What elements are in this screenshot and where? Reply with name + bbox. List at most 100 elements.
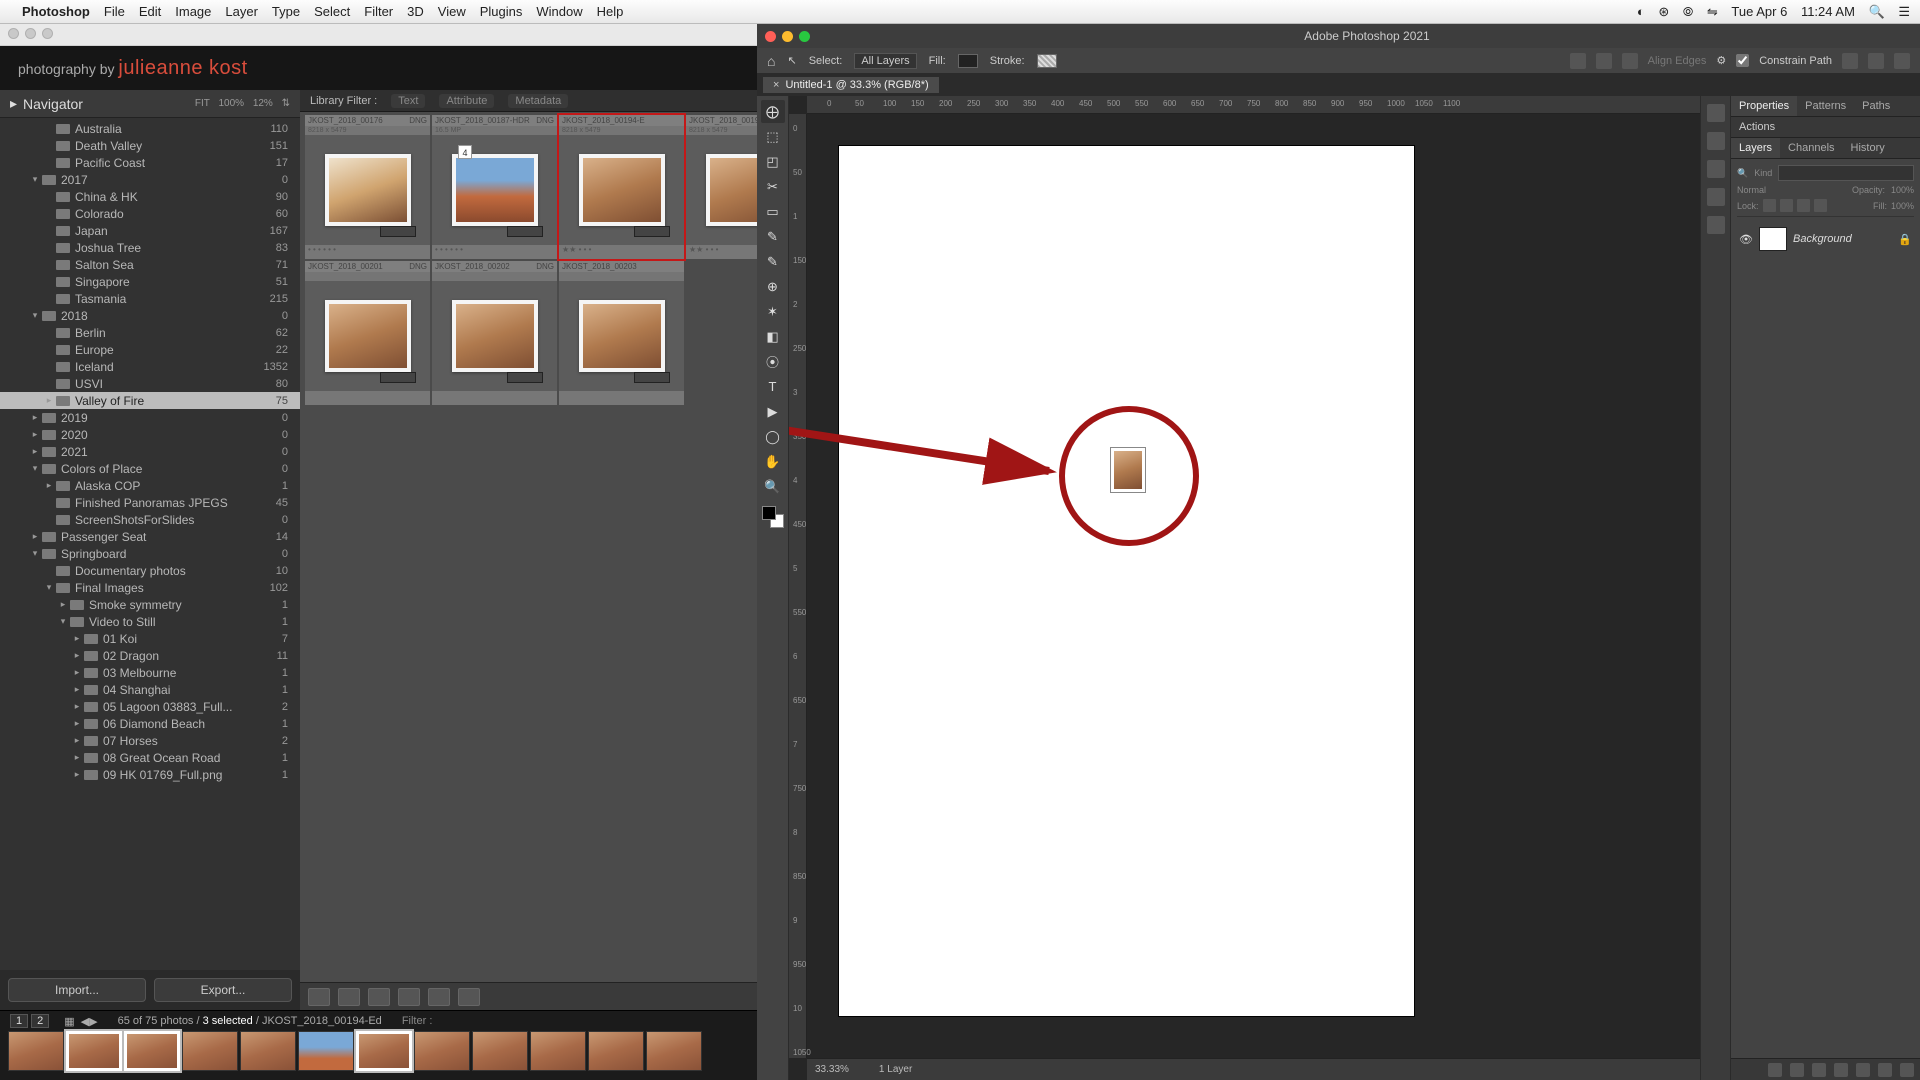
filmstrip-thumb[interactable] (66, 1031, 122, 1071)
document-tab[interactable]: × Untitled-1 @ 33.3% (RGB/8*) (763, 77, 939, 93)
tool-button[interactable]: ◧ (761, 325, 785, 348)
menu-select[interactable]: Select (314, 4, 350, 19)
tool-button[interactable]: ✎ (761, 250, 785, 273)
opacity-value[interactable]: 100% (1891, 185, 1914, 195)
status-zoom[interactable]: 33.33% (815, 1064, 849, 1075)
blend-mode[interactable]: Normal (1737, 185, 1846, 195)
folder-row[interactable]: ▸20210 (0, 443, 300, 460)
folder-row[interactable]: Joshua Tree83 (0, 239, 300, 256)
grid-cell[interactable]: JKOST_2018_00202DNG (432, 261, 557, 405)
close-icon[interactable] (765, 31, 776, 42)
select-dropdown[interactable]: All Layers (854, 53, 916, 69)
grid-cell[interactable]: JKOST_2018_00187-HDRDNG16.5 MP4• • • • •… (432, 115, 557, 259)
export-button[interactable]: Export... (154, 978, 292, 1002)
folder-row[interactable]: Documentary photos10 (0, 562, 300, 579)
share-icon[interactable] (1894, 53, 1910, 69)
control-center-icon[interactable]: ☰ (1898, 4, 1910, 19)
foreground-background-colors[interactable] (762, 506, 784, 528)
menubar-app-name[interactable]: Photoshop (22, 4, 90, 19)
folder-row[interactable]: ▸Alaska COP1 (0, 477, 300, 494)
tab-patterns[interactable]: Patterns (1797, 96, 1854, 116)
fill-swatch[interactable] (958, 54, 978, 68)
link-layers-icon[interactable] (1768, 1063, 1782, 1077)
menu-layer[interactable]: Layer (225, 4, 258, 19)
folder-row[interactable]: ▸20190 (0, 409, 300, 426)
tool-button[interactable]: ▶ (761, 400, 785, 423)
delete-layer-icon[interactable] (1900, 1063, 1914, 1077)
minimize-icon[interactable] (25, 28, 36, 39)
tool-button[interactable]: ◯ (761, 425, 785, 448)
canvas[interactable] (839, 146, 1414, 1016)
tool-button[interactable]: ⨁ (761, 100, 785, 123)
folder-row[interactable]: Europe22 (0, 341, 300, 358)
menu-file[interactable]: File (104, 4, 125, 19)
filmstrip-thumb[interactable] (414, 1031, 470, 1071)
folder-row[interactable]: ▸06 Diamond Beach1 (0, 715, 300, 732)
folder-row[interactable]: ▾20170 (0, 171, 300, 188)
filter-metadata[interactable]: Metadata (508, 94, 568, 108)
visibility-icon[interactable]: 👁 (1739, 233, 1753, 246)
folder-row[interactable]: Japan167 (0, 222, 300, 239)
folder-row[interactable]: ▾20180 (0, 307, 300, 324)
secondary-display-2[interactable]: 2 (31, 1014, 49, 1028)
tool-button[interactable]: ▭ (761, 200, 785, 223)
folder-row[interactable]: Pacific Coast17 (0, 154, 300, 171)
folder-row[interactable]: Singapore51 (0, 273, 300, 290)
people-view-icon[interactable] (428, 988, 450, 1006)
grid-cell[interactable]: JKOST_2018_00201DNG (305, 261, 430, 405)
search-icon[interactable]: 🔍 (1869, 4, 1885, 19)
align-icon[interactable] (1570, 53, 1586, 69)
constrain-path-checkbox[interactable] (1736, 54, 1749, 67)
menu-3d[interactable]: 3D (407, 4, 424, 19)
layer-style-icon[interactable] (1790, 1063, 1804, 1077)
menu-view[interactable]: View (438, 4, 466, 19)
status-layers[interactable]: 1 Layer (879, 1064, 912, 1075)
chevron-updown-icon[interactable]: ⇅ (282, 98, 290, 109)
grid-cell[interactable]: JKOST_2018_00194-E8218 x 5479★★ • • • (559, 115, 684, 259)
tool-button[interactable]: T (761, 375, 785, 398)
zoom-icon[interactable] (799, 31, 810, 42)
folder-row[interactable]: ▸07 Horses2 (0, 732, 300, 749)
fill-value[interactable]: 100% (1891, 201, 1914, 211)
folder-row[interactable]: ▸Passenger Seat14 (0, 528, 300, 545)
menu-help[interactable]: Help (597, 4, 624, 19)
layer-name[interactable]: Background (1793, 233, 1892, 245)
libraries-panel-icon[interactable] (1707, 216, 1725, 234)
filmstrip-filter[interactable]: Filter : (402, 1015, 433, 1027)
layer-row[interactable]: 👁 Background 🔒 (1737, 223, 1914, 255)
folder-row[interactable]: ▸04 Shanghai1 (0, 681, 300, 698)
menu-image[interactable]: Image (175, 4, 211, 19)
folder-row[interactable]: ▸02 Dragon11 (0, 647, 300, 664)
secondary-display-1[interactable]: 1 (10, 1014, 28, 1028)
folder-row[interactable]: ▸01 Koi7 (0, 630, 300, 647)
folder-row[interactable]: Australia110 (0, 120, 300, 137)
folder-row[interactable]: ▸03 Melbourne1 (0, 664, 300, 681)
tab-paths[interactable]: Paths (1854, 96, 1898, 116)
grid-view-icon[interactable] (308, 988, 330, 1006)
nav-100[interactable]: 100% (218, 98, 244, 109)
zoom-icon[interactable] (42, 28, 53, 39)
filmstrip-thumb[interactable] (588, 1031, 644, 1071)
nav-fwd-icon[interactable]: ▶ (89, 1015, 97, 1028)
new-group-icon[interactable] (1856, 1063, 1870, 1077)
folder-row[interactable]: Berlin62 (0, 324, 300, 341)
close-icon[interactable] (8, 28, 19, 39)
filmstrip-thumb[interactable] (472, 1031, 528, 1071)
folder-row[interactable]: Colorado60 (0, 205, 300, 222)
tab-channels[interactable]: Channels (1780, 138, 1842, 158)
filmstrip-thumb[interactable] (530, 1031, 586, 1071)
filmstrip-thumb[interactable] (646, 1031, 702, 1071)
filmstrip-thumb[interactable] (8, 1031, 64, 1071)
grid-cell[interactable]: JKOST_2018_00176DNG8218 x 5479• • • • • … (305, 115, 430, 259)
filmstrip-thumb[interactable] (182, 1031, 238, 1071)
filmstrip-thumb[interactable] (240, 1031, 296, 1071)
tool-button[interactable]: ⦿ (761, 350, 785, 373)
folder-row[interactable]: ▸08 Great Ocean Road1 (0, 749, 300, 766)
workspace-icon[interactable] (1868, 53, 1884, 69)
lock-artboard-icon[interactable] (1797, 199, 1810, 212)
canvas-area[interactable]: 0501001502002503003504004505005506006507… (789, 96, 1700, 1080)
tool-button[interactable]: ⬚ (761, 125, 785, 148)
menu-window[interactable]: Window (536, 4, 582, 19)
tab-history[interactable]: History (1843, 138, 1893, 158)
layer-mask-icon[interactable] (1812, 1063, 1826, 1077)
